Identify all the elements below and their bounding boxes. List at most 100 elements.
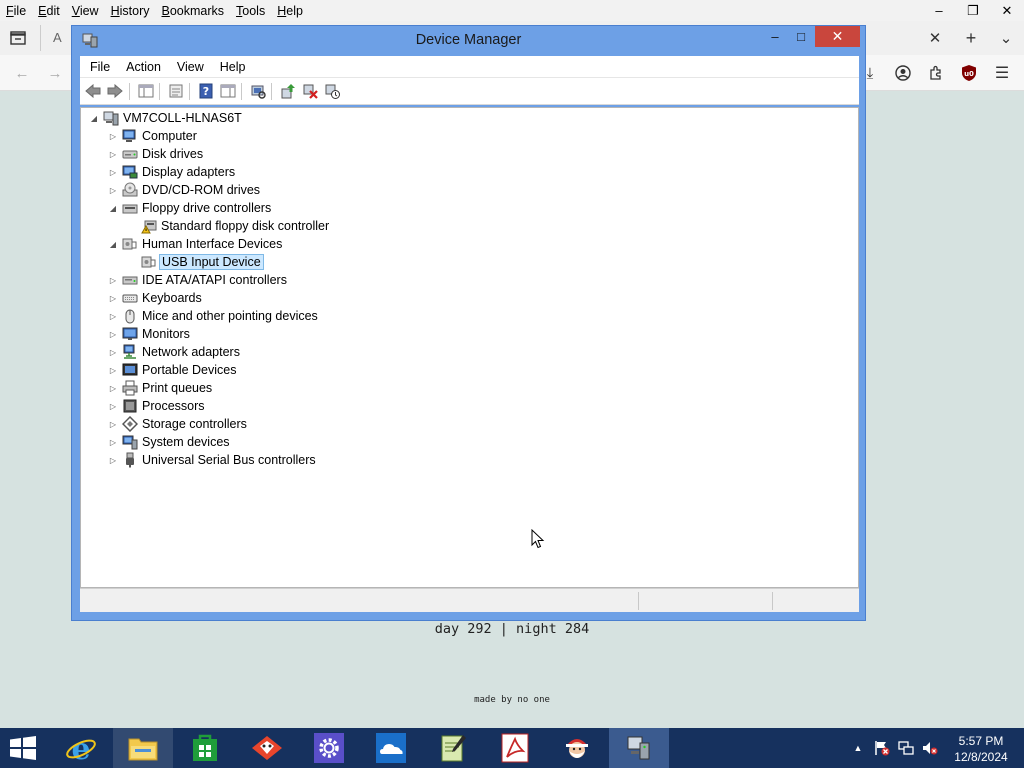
tree-category[interactable]: ◢ Floppy drive controllers xyxy=(81,199,858,217)
list-tabs-icon[interactable]: ⌄ xyxy=(994,26,1018,50)
notepad-app-icon xyxy=(441,735,466,762)
device-manager-titlebar[interactable]: Device Manager – □ ✕ xyxy=(72,26,865,56)
ide-controller-icon xyxy=(122,272,138,288)
tree-category[interactable]: ▷ Storage controllers xyxy=(81,415,858,433)
browser-menu-edit[interactable]: Edit xyxy=(32,4,66,18)
network-icon[interactable] xyxy=(898,740,914,756)
store-button[interactable] xyxy=(175,728,235,768)
file-explorer-button[interactable] xyxy=(113,728,173,768)
collapse-arrow-icon[interactable]: ◢ xyxy=(108,239,118,249)
show-hidden-icons-icon[interactable]: ▲ xyxy=(850,740,866,756)
close-button[interactable]: ✕ xyxy=(815,26,860,47)
expand-arrow-icon[interactable]: ▷ xyxy=(108,329,118,339)
new-tab-icon[interactable]: + xyxy=(959,26,983,50)
uninstall-device-icon[interactable] xyxy=(301,82,319,100)
update-driver-icon[interactable] xyxy=(279,82,297,100)
expand-arrow-icon[interactable]: ▷ xyxy=(108,131,118,141)
browser-menu-history[interactable]: History xyxy=(105,4,156,18)
expand-arrow-icon[interactable]: ▷ xyxy=(108,365,118,375)
tree-category[interactable]: ▷ System devices xyxy=(81,433,858,451)
browser-close-button[interactable]: ✕ xyxy=(990,0,1024,21)
expand-arrow-icon[interactable]: ▷ xyxy=(108,167,118,177)
start-button[interactable] xyxy=(8,736,38,760)
tree-category[interactable]: ▷ Print queues xyxy=(81,379,858,397)
tree-root[interactable]: ◢ VM7COLL-HLNAS6T xyxy=(81,109,858,127)
onedrive-button[interactable] xyxy=(361,728,421,768)
show-hide-console-tree-icon[interactable] xyxy=(137,82,155,100)
expand-arrow-icon[interactable]: ▷ xyxy=(108,185,118,195)
forward-icon[interactable]: → xyxy=(43,61,67,85)
fox-app-button[interactable] xyxy=(237,728,297,768)
device-manager-taskbar-button[interactable] xyxy=(609,728,669,768)
tree-category[interactable]: ▷ Disk drives xyxy=(81,145,858,163)
browser-menu-tools[interactable]: Tools xyxy=(230,4,271,18)
santa-app-button[interactable] xyxy=(547,728,607,768)
ublock-icon[interactable]: u0 xyxy=(957,61,981,85)
expand-arrow-icon[interactable]: ▷ xyxy=(108,419,118,429)
expand-arrow-icon[interactable]: ▷ xyxy=(108,455,118,465)
tree-category[interactable]: ▷ Network adapters xyxy=(81,343,858,361)
internet-explorer-button[interactable]: e xyxy=(51,728,111,768)
tree-category[interactable]: ▷ IDE ATA/ATAPI controllers xyxy=(81,271,858,289)
browser-menu-file[interactable]: File xyxy=(0,4,32,18)
expand-arrow-icon[interactable]: ▷ xyxy=(108,401,118,411)
processor-icon xyxy=(122,398,138,414)
menu-help[interactable]: Help xyxy=(212,60,254,74)
account-icon[interactable] xyxy=(891,61,915,85)
show-action-pane-icon[interactable] xyxy=(219,82,237,100)
disable-device-icon[interactable] xyxy=(323,82,341,100)
tree-category[interactable]: ▷ Display adapters xyxy=(81,163,858,181)
expand-arrow-icon[interactable]: ▷ xyxy=(108,275,118,285)
browser-menu-bookmarks[interactable]: Bookmarks xyxy=(156,4,231,18)
tree-category[interactable]: ▷ Computer xyxy=(81,127,858,145)
tree-category[interactable]: ◢ Human Interface Devices xyxy=(81,235,858,253)
tree-device[interactable]: USB Input Device xyxy=(81,253,858,271)
browser-menu-help[interactable]: Help xyxy=(271,4,309,18)
browser-window-controls: – ❐ ✕ xyxy=(922,0,1024,21)
volume-muted-icon[interactable] xyxy=(922,740,938,756)
back-icon[interactable]: ← xyxy=(10,61,34,85)
scan-hardware-icon[interactable] xyxy=(249,82,267,100)
expand-arrow-icon[interactable]: ▷ xyxy=(108,347,118,357)
expand-arrow-icon[interactable]: ▷ xyxy=(108,293,118,303)
tree-category[interactable]: ▷ Mice and other pointing devices xyxy=(81,307,858,325)
minimize-button[interactable]: – xyxy=(762,26,788,47)
settings-app-button[interactable] xyxy=(299,728,359,768)
help-icon[interactable]: ? xyxy=(197,82,215,100)
collapse-arrow-icon[interactable]: ◢ xyxy=(89,113,99,123)
menu-file[interactable]: File xyxy=(80,60,118,74)
back-icon[interactable] xyxy=(84,82,102,100)
browser-menu-view[interactable]: View xyxy=(66,4,105,18)
expand-arrow-icon[interactable]: ▷ xyxy=(108,383,118,393)
tree-category[interactable]: ▷ Processors xyxy=(81,397,858,415)
menu-icon[interactable]: ☰ xyxy=(990,61,1014,85)
tree-category[interactable]: ▷ DVD/CD-ROM drives xyxy=(81,181,858,199)
browser-minimize-button[interactable]: – xyxy=(922,0,956,21)
made-by-footer: made by no one xyxy=(474,695,550,705)
browser-tab[interactable]: A xyxy=(40,25,70,51)
tree-category[interactable]: ▷ Universal Serial Bus controllers xyxy=(81,451,858,469)
forward-icon[interactable] xyxy=(106,82,124,100)
tab-overview-icon[interactable] xyxy=(6,26,30,50)
notepad-app-button[interactable] xyxy=(423,728,483,768)
tree-category[interactable]: ▷ Keyboards xyxy=(81,289,858,307)
menu-view[interactable]: View xyxy=(169,60,212,74)
action-center-flag-icon[interactable] xyxy=(874,740,890,756)
browser-restore-button[interactable]: ❐ xyxy=(956,0,990,21)
properties-icon[interactable] xyxy=(167,82,185,100)
expand-arrow-icon[interactable]: ▷ xyxy=(108,149,118,159)
collapse-arrow-icon[interactable]: ◢ xyxy=(108,203,118,213)
expand-arrow-icon[interactable]: ▷ xyxy=(108,311,118,321)
tree-category[interactable]: ▷ Portable Devices xyxy=(81,361,858,379)
tab-close-icon[interactable]: ✕ xyxy=(923,26,947,50)
device-label: IDE ATA/ATAPI controllers xyxy=(142,273,287,287)
menu-action[interactable]: Action xyxy=(118,60,169,74)
clock[interactable]: 5:57 PM 12/8/2024 xyxy=(950,733,1012,765)
pdf-reader-button[interactable] xyxy=(485,728,545,768)
tree-device[interactable]: Standard floppy disk controller xyxy=(81,217,858,235)
expand-arrow-icon[interactable]: ▷ xyxy=(108,437,118,447)
device-tree[interactable]: ◢ VM7COLL-HLNAS6T ▷ Computer ▷ Disk drives ▷ Di… xyxy=(80,107,859,588)
tree-category[interactable]: ▷ Monitors xyxy=(81,325,858,343)
extensions-icon[interactable] xyxy=(924,61,948,85)
maximize-button[interactable]: □ xyxy=(788,26,814,47)
